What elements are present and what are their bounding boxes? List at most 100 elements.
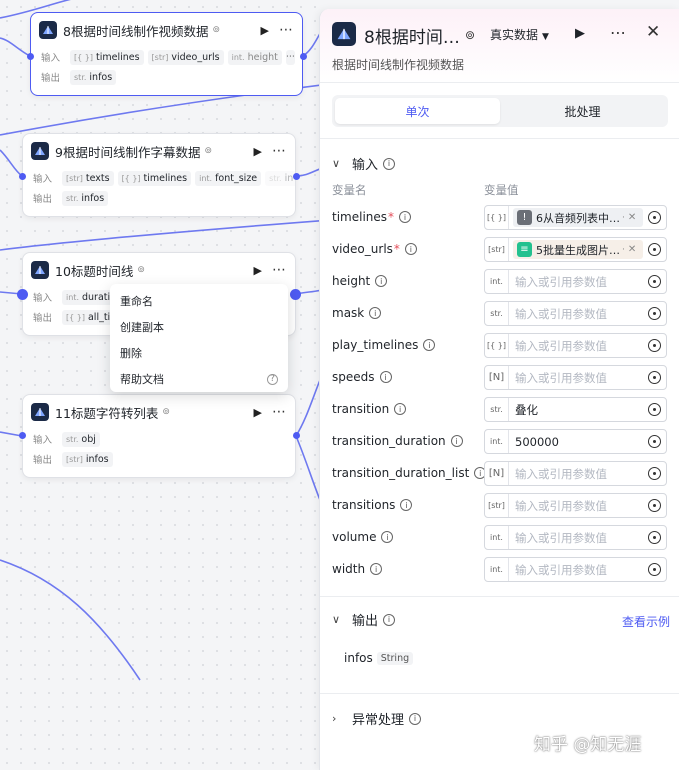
close-icon[interactable]: ✕ xyxy=(646,22,660,42)
param-value-field[interactable]: str. 输入或引用参数值 xyxy=(484,301,667,326)
param-value-field[interactable]: int. 500000 xyxy=(484,429,667,454)
info-icon[interactable]: i xyxy=(379,371,392,383)
output-section-header[interactable]: ∨ 输出 i xyxy=(332,610,396,629)
menu-item-rename[interactable]: 重命名 xyxy=(110,288,288,314)
param-value[interactable]: 叠化 xyxy=(509,402,643,418)
param-placeholder[interactable]: 输入或引用参数值 xyxy=(509,370,643,386)
node-more-icon[interactable]: ⋯ xyxy=(272,404,287,420)
info-icon[interactable]: i xyxy=(383,613,396,626)
node-output-port[interactable] xyxy=(293,432,300,439)
param-placeholder[interactable]: 输入或引用参数值 xyxy=(509,562,643,578)
view-example-link[interactable]: 查看示例 xyxy=(622,613,670,630)
param-value-field[interactable]: [str] ≡ 5批量生成图片… · ✕ xyxy=(484,237,667,262)
node-more-icon[interactable]: ⋯ xyxy=(279,22,294,38)
reference-target-icon[interactable] xyxy=(648,243,661,256)
more-inputs-icon[interactable]: ⋯ xyxy=(285,49,295,65)
node-title-char-list[interactable]: 11标题字符转列表 ⊚ ▶ ⋯ 输入 str. obj 输出 [str] infos xyxy=(22,394,296,478)
exception-section-header[interactable]: › 异常处理 i xyxy=(332,709,422,728)
data-mode-select[interactable]: 真实数据 ▼ xyxy=(490,26,549,43)
node-output-port[interactable] xyxy=(293,173,300,180)
workflow-canvas[interactable]: 8根据时间线制作视频数据 ⊚ ▶ ⋯ 输入 [{ }] timelines [st… xyxy=(0,0,320,770)
menu-item-duplicate[interactable]: 创建副本 xyxy=(110,314,288,340)
param-placeholder[interactable]: 输入或引用参数值 xyxy=(509,530,643,546)
type-badge[interactable]: str. xyxy=(485,398,509,421)
type-badge[interactable]: [{ }] xyxy=(485,334,509,357)
type-badge[interactable]: int. xyxy=(485,558,509,581)
node-output-port[interactable] xyxy=(290,289,301,300)
reference-target-icon[interactable] xyxy=(648,467,661,480)
param-value-field[interactable]: int. 输入或引用参数值 xyxy=(484,525,667,550)
reference-target-icon[interactable] xyxy=(648,531,661,544)
node-input-port[interactable] xyxy=(17,289,28,300)
param-placeholder[interactable]: 输入或引用参数值 xyxy=(509,498,643,514)
menu-item-delete[interactable]: 删除 xyxy=(110,340,288,366)
node-video-data[interactable]: 8根据时间线制作视频数据 ⊚ ▶ ⋯ 输入 [{ }] timelines [st… xyxy=(30,12,303,96)
param-value-field[interactable]: [N] 输入或引用参数值 xyxy=(484,365,667,390)
reference-target-icon[interactable] xyxy=(648,275,661,288)
type-badge[interactable]: int. xyxy=(485,430,509,453)
param-value-field[interactable]: [N] 输入或引用参数值 xyxy=(484,461,667,486)
run-node-icon[interactable]: ▶ xyxy=(261,24,269,37)
type-badge[interactable]: [str] xyxy=(485,238,509,261)
reference-target-icon[interactable] xyxy=(648,563,661,576)
param-value-field[interactable]: [str] 输入或引用参数值 xyxy=(484,493,667,518)
reference-target-icon[interactable] xyxy=(648,371,661,384)
reference-target-icon[interactable] xyxy=(648,499,661,512)
param-value-field[interactable]: str. 叠化 xyxy=(484,397,667,422)
run-node-icon[interactable]: ▶ xyxy=(254,406,262,419)
panel-more-icon[interactable]: ⋯ xyxy=(610,23,627,42)
menu-item-help-docs[interactable]: 帮助文档? xyxy=(110,366,288,392)
run-node-icon[interactable]: ▶ xyxy=(254,145,262,158)
input-section-header[interactable]: ∨ 输入 i xyxy=(332,154,396,173)
param-placeholder[interactable]: 输入或引用参数值 xyxy=(509,306,643,322)
clear-icon[interactable]: ✕ xyxy=(628,212,636,223)
node-input-port[interactable] xyxy=(27,53,34,60)
info-icon[interactable]: i xyxy=(404,243,417,255)
tab-batch[interactable]: 批处理 xyxy=(500,98,665,124)
info-icon[interactable]: i xyxy=(375,275,388,287)
param-placeholder[interactable]: 输入或引用参数值 xyxy=(509,466,643,482)
info-icon[interactable]: i xyxy=(383,157,396,170)
type-badge[interactable]: [N] xyxy=(485,462,509,485)
param-value-field[interactable]: [{ }] 输入或引用参数值 xyxy=(484,333,667,358)
param-value-field[interactable]: int. 输入或引用参数值 xyxy=(484,269,667,294)
node-input-port[interactable] xyxy=(19,173,26,180)
type-badge[interactable]: [{ }] xyxy=(485,206,509,229)
reference-target-icon[interactable] xyxy=(648,403,661,416)
param-placeholder[interactable]: 输入或引用参数值 xyxy=(509,274,643,290)
run-node-button[interactable]: ▶ xyxy=(575,26,585,41)
info-icon[interactable]: i xyxy=(399,211,412,223)
reference-chip[interactable]: ! 6从音频列表中… · ✕ xyxy=(513,208,643,227)
param-value[interactable]: 500000 xyxy=(509,435,643,449)
panel-title[interactable]: 8根据时间… xyxy=(364,23,460,48)
reference-target-icon[interactable] xyxy=(648,435,661,448)
clear-icon[interactable]: ✕ xyxy=(628,244,636,255)
param-placeholder[interactable]: 输入或引用参数值 xyxy=(509,338,643,354)
node-subtitle-data[interactable]: 9根据时间线制作字幕数据 ⊚ ▶ ⋯ 输入 [str] texts [{ }] ti… xyxy=(22,133,296,217)
info-icon[interactable]: i xyxy=(423,339,436,351)
reference-target-icon[interactable] xyxy=(648,339,661,352)
type-badge[interactable]: int. xyxy=(485,526,509,549)
reference-chip[interactable]: ≡ 5批量生成图片… · ✕ xyxy=(513,240,643,259)
tab-single[interactable]: 单次 xyxy=(335,98,500,124)
info-icon[interactable]: i xyxy=(450,435,463,447)
type-badge[interactable]: [N] xyxy=(485,366,509,389)
node-more-icon[interactable]: ⋯ xyxy=(272,262,287,278)
type-badge[interactable]: str. xyxy=(485,302,509,325)
node-input-port[interactable] xyxy=(19,432,26,439)
info-icon[interactable]: i xyxy=(400,499,413,511)
info-icon[interactable]: i xyxy=(409,712,422,725)
type-badge[interactable]: [str] xyxy=(485,494,509,517)
info-icon[interactable]: i xyxy=(381,531,394,543)
param-value-field[interactable]: int. 输入或引用参数值 xyxy=(484,557,667,582)
type-badge[interactable]: int. xyxy=(485,270,509,293)
info-icon[interactable]: i xyxy=(394,403,407,415)
reference-target-icon[interactable] xyxy=(648,307,661,320)
node-output-port[interactable] xyxy=(300,53,307,60)
node-more-icon[interactable]: ⋯ xyxy=(272,143,287,159)
param-value-field[interactable]: [{ }]! 6从音频列表中… · ✕ xyxy=(484,205,667,230)
reference-target-icon[interactable] xyxy=(648,211,661,224)
info-icon[interactable]: i xyxy=(369,307,382,319)
run-node-icon[interactable]: ▶ xyxy=(254,264,262,277)
info-icon[interactable]: i xyxy=(370,563,383,575)
